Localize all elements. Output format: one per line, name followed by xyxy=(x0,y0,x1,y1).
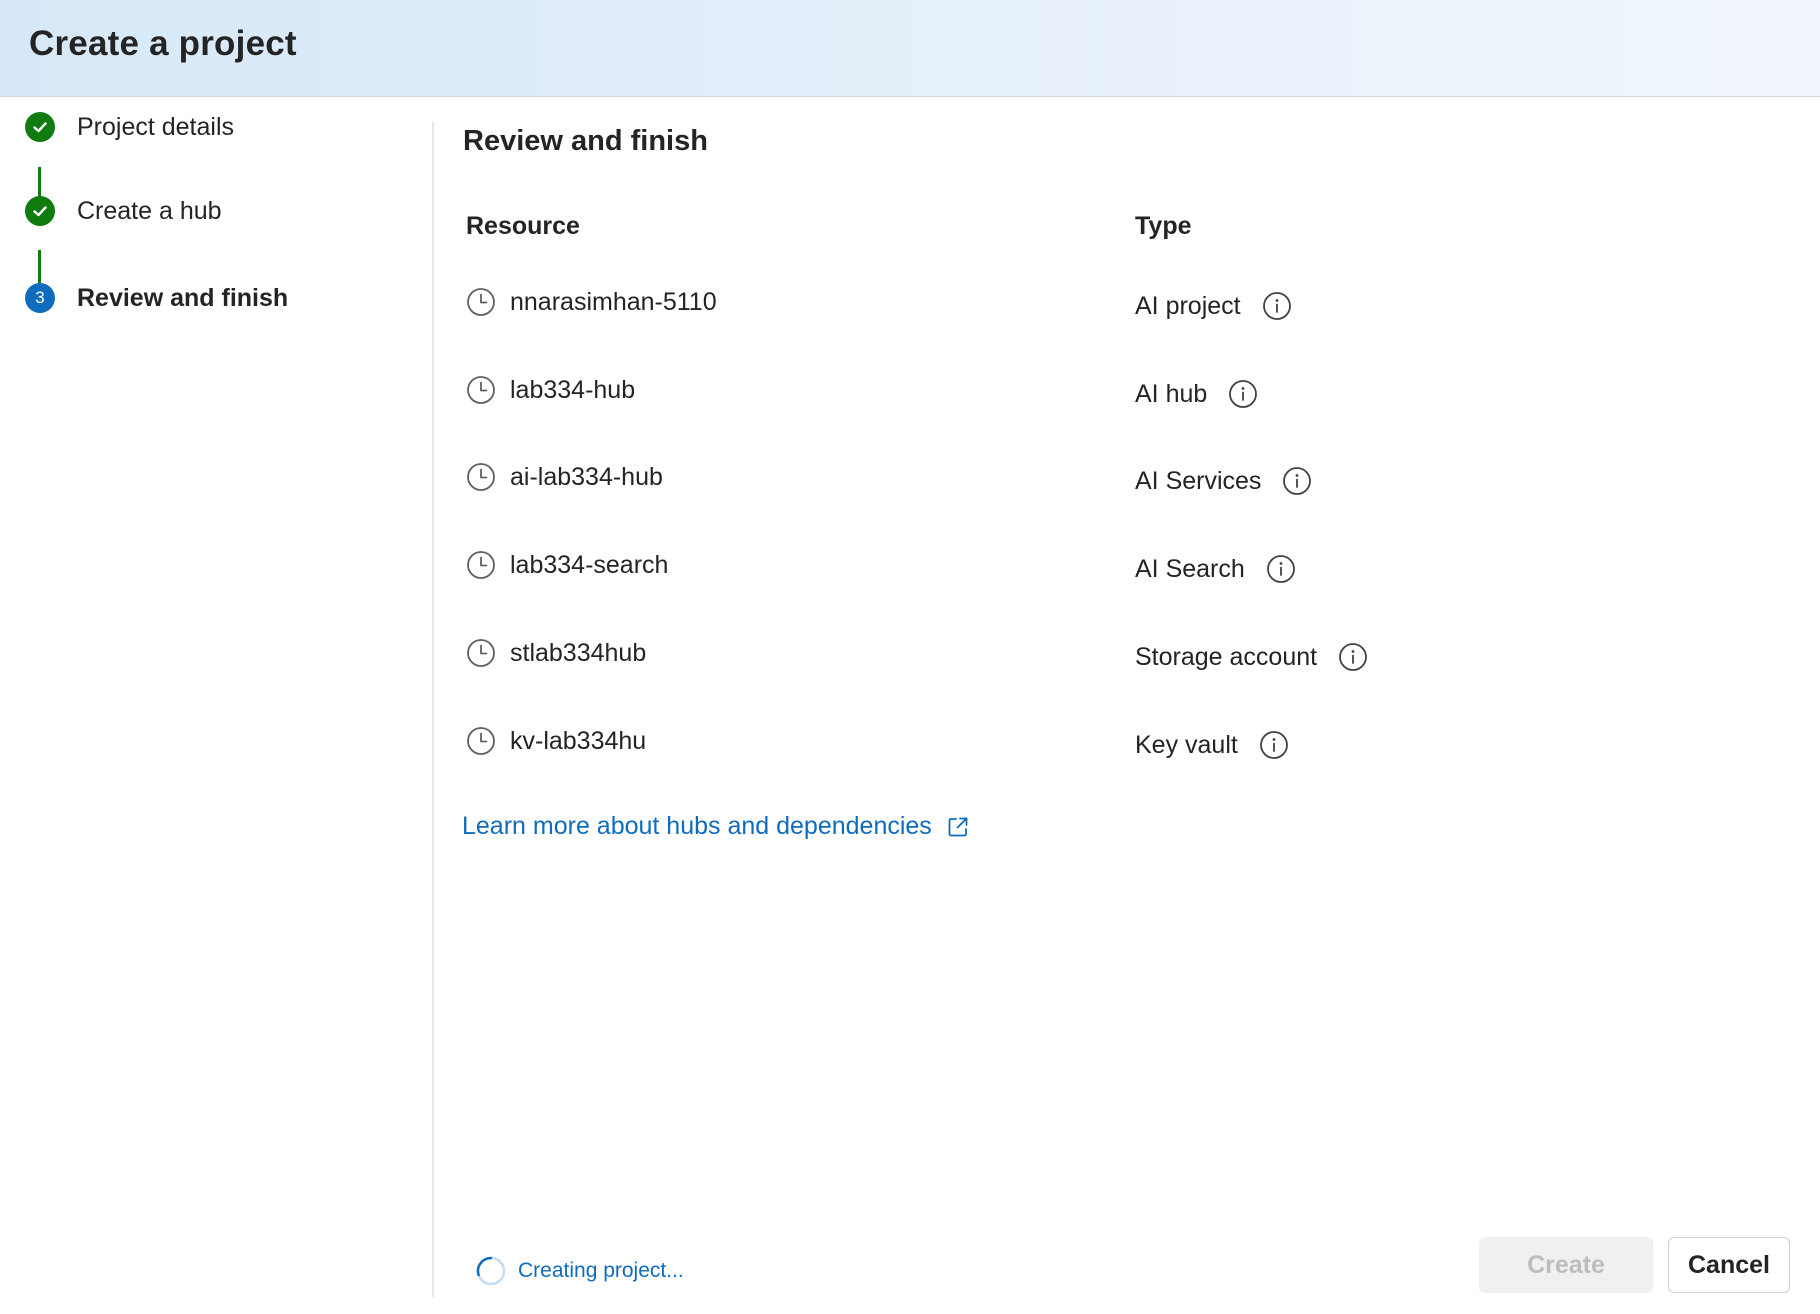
learn-more-link-text: Learn more about hubs and dependencies xyxy=(462,812,932,840)
learn-more-link[interactable]: Learn more about hubs and dependencies xyxy=(462,812,970,841)
resource-cell: lab334-search xyxy=(466,550,668,580)
step-project-details[interactable]: Project details xyxy=(25,112,234,142)
dialog-header: Create a project xyxy=(0,0,1820,97)
step-label: Review and finish xyxy=(77,283,289,312)
resource-name: stlab334hub xyxy=(510,638,647,667)
type-cell: Key vault xyxy=(1135,730,1289,760)
resource-cell: nnarasimhan-5110 xyxy=(466,287,717,317)
spinner-icon xyxy=(476,1256,506,1286)
info-icon[interactable] xyxy=(1338,642,1368,672)
table-row: kv-lab334hu Key vault xyxy=(466,726,1416,766)
external-link-icon xyxy=(948,817,968,836)
info-icon[interactable] xyxy=(1259,730,1289,760)
cancel-button[interactable]: Cancel xyxy=(1668,1237,1790,1293)
stepper: Project details Create a hub 3 Review an… xyxy=(0,97,432,1314)
resource-name: kv-lab334hu xyxy=(510,726,647,755)
progress-status: Creating project... xyxy=(475,1255,684,1287)
resource-type: AI Services xyxy=(1135,466,1262,495)
info-icon[interactable] xyxy=(1262,291,1292,321)
column-header-resource: Resource xyxy=(466,212,580,240)
clock-icon xyxy=(467,288,495,316)
info-icon[interactable] xyxy=(1228,379,1258,409)
type-cell: AI Search xyxy=(1135,554,1296,584)
clock-icon xyxy=(467,727,495,755)
table-row: lab334-search AI Search xyxy=(466,550,1416,590)
clock-icon xyxy=(467,639,495,667)
resource-type: AI project xyxy=(1135,291,1241,320)
type-cell: Storage account xyxy=(1135,642,1368,672)
step-review-and-finish[interactable]: 3 Review and finish xyxy=(25,283,288,313)
step-number-badge: 3 xyxy=(25,283,55,313)
resource-name: lab334-hub xyxy=(510,375,636,404)
table-row: stlab334hub Storage account xyxy=(466,638,1416,678)
type-cell: AI Services xyxy=(1135,466,1312,496)
vertical-divider xyxy=(432,122,434,1297)
column-header-type: Type xyxy=(1135,212,1192,240)
resource-cell: kv-lab334hu xyxy=(466,726,646,756)
step-label: Project details xyxy=(77,112,235,141)
create-button[interactable]: Create xyxy=(1479,1237,1653,1293)
resource-type: AI Search xyxy=(1135,554,1245,583)
type-cell: AI hub xyxy=(1135,379,1258,409)
resource-type: Storage account xyxy=(1135,642,1318,671)
checkmark-icon xyxy=(25,112,55,142)
type-cell: AI project xyxy=(1135,291,1292,321)
step-label: Create a hub xyxy=(77,196,222,225)
resource-cell: stlab334hub xyxy=(466,638,646,668)
info-icon[interactable] xyxy=(1282,466,1312,496)
step-create-hub[interactable]: Create a hub xyxy=(25,196,222,226)
clock-icon xyxy=(467,551,495,579)
section-title: Review and finish xyxy=(463,125,708,157)
step-connector xyxy=(38,250,41,284)
resource-type: AI hub xyxy=(1135,379,1208,408)
clock-icon xyxy=(467,463,495,491)
resource-name: nnarasimhan-5110 xyxy=(510,287,717,316)
dialog-title: Create a project xyxy=(29,24,297,63)
resource-type: Key vault xyxy=(1135,730,1238,759)
info-icon[interactable] xyxy=(1266,554,1296,584)
table-row: nnarasimhan-5110 AI project xyxy=(466,287,1416,327)
checkmark-icon xyxy=(25,196,55,226)
status-text: Creating project... xyxy=(518,1259,684,1282)
resource-name: lab334-search xyxy=(510,550,669,579)
resource-cell: ai-lab334-hub xyxy=(466,462,663,492)
clock-icon xyxy=(467,376,495,404)
resource-name: ai-lab334-hub xyxy=(510,462,663,491)
table-row: ai-lab334-hub AI Services xyxy=(466,462,1416,502)
table-row: lab334-hub AI hub xyxy=(466,375,1416,415)
resource-cell: lab334-hub xyxy=(466,375,635,405)
